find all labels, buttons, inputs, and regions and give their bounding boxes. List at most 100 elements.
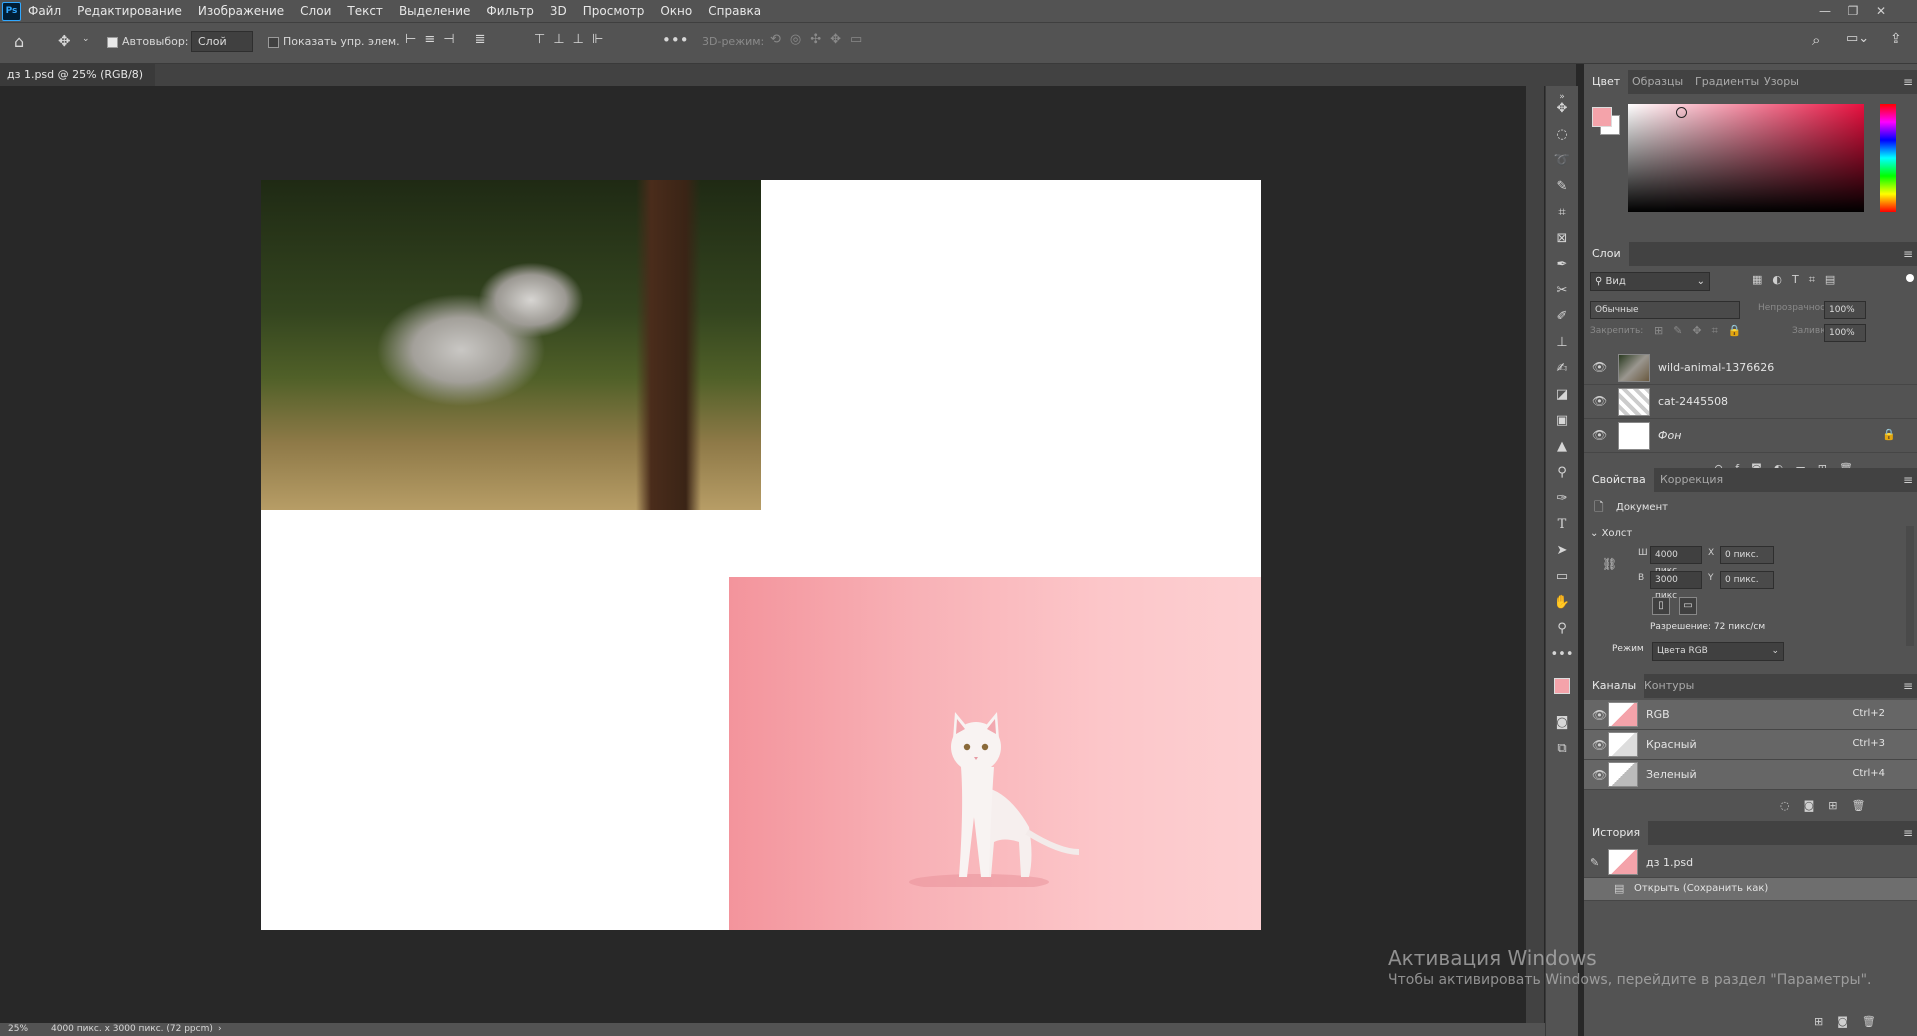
link-icon[interactable]: ⛓ xyxy=(1602,557,1617,571)
tab-gradients[interactable]: Градиенты xyxy=(1695,70,1759,94)
document-canvas[interactable] xyxy=(261,180,1261,930)
blur-icon[interactable]: ▲ xyxy=(1546,436,1578,458)
rectangle-icon[interactable]: ▭ xyxy=(1546,566,1578,588)
move-tool-icon[interactable]: ✥ xyxy=(1546,98,1578,120)
layer-row[interactable]: 👁 Фон 🔒 xyxy=(1584,419,1917,453)
opacity-input[interactable]: 100% xyxy=(1824,301,1866,319)
x-input[interactable]: 0 пикс. xyxy=(1720,546,1774,564)
search-icon[interactable]: ⌕ xyxy=(1812,31,1820,49)
share-icon[interactable]: ⇪ xyxy=(1890,31,1902,47)
restore-icon[interactable]: ❐ xyxy=(1839,0,1867,22)
stamp-icon[interactable]: ⊥ xyxy=(1546,332,1578,354)
panel-menu-icon[interactable]: ≡ xyxy=(1903,468,1913,492)
channel-actions-icons[interactable]: ◌◙⊞🗑 xyxy=(1780,799,1879,812)
mode-select[interactable]: Цвета RGB ⌄ xyxy=(1652,642,1784,661)
quick-select-icon[interactable]: ✎ xyxy=(1546,176,1578,198)
menu-file[interactable]: Файл xyxy=(28,4,61,18)
layer-row[interactable]: 👁 cat-2445508 xyxy=(1584,385,1917,419)
tab-properties[interactable]: Свойства xyxy=(1584,468,1654,492)
tab-swatches[interactable]: Образцы xyxy=(1632,70,1683,94)
history-actions-icons[interactable]: ⊞◙🗑 xyxy=(1814,1015,1890,1028)
cat-layer-image[interactable] xyxy=(729,577,1261,930)
layer-filter-select[interactable]: ⚲ Вид ⌄ xyxy=(1590,272,1710,291)
screen-mode-icon[interactable]: ⧉ xyxy=(1546,738,1578,760)
ellipse-marquee-icon[interactable]: ◌ xyxy=(1546,124,1578,146)
panel-menu-icon[interactable]: ≡ xyxy=(1903,821,1913,845)
menu-view[interactable]: Просмотр xyxy=(583,4,645,18)
move-tool-icon[interactable]: ✥ xyxy=(58,32,71,50)
history-brush-source-icon[interactable]: ✎ xyxy=(1590,856,1599,869)
color-picker-cursor[interactable] xyxy=(1676,107,1687,118)
canvas-section-toggle[interactable]: ⌄ Холст xyxy=(1590,528,1632,539)
foreground-color-swatch[interactable] xyxy=(1554,678,1570,694)
tab-color[interactable]: Цвет xyxy=(1584,70,1629,94)
menu-layers[interactable]: Слои xyxy=(300,4,331,18)
minimize-icon[interactable]: — xyxy=(1811,0,1839,22)
color-fg-swatch[interactable] xyxy=(1592,107,1612,127)
show-transform-checkbox[interactable] xyxy=(268,37,279,48)
height-input[interactable]: 3000 пикс xyxy=(1650,571,1702,601)
tab-layers[interactable]: Слои xyxy=(1584,242,1629,266)
menu-help[interactable]: Справка xyxy=(708,4,761,18)
hue-slider[interactable] xyxy=(1880,104,1896,212)
filter-toggle-icon[interactable] xyxy=(1906,274,1914,282)
type-icon[interactable]: T xyxy=(1546,514,1578,536)
status-chevron-icon[interactable]: › xyxy=(218,1023,222,1036)
color-picker-field[interactable] xyxy=(1628,104,1864,212)
dodge-icon[interactable]: ⚲ xyxy=(1546,462,1578,484)
crop-icon[interactable]: ⌗ xyxy=(1546,202,1578,224)
fill-input[interactable]: 100% xyxy=(1824,324,1866,342)
visibility-eye-icon[interactable]: 👁 xyxy=(1592,768,1607,782)
layer-row[interactable]: 👁 wild-animal-1376626 xyxy=(1584,351,1917,385)
eyedropper-icon[interactable]: ✒ xyxy=(1546,254,1578,276)
visibility-eye-icon[interactable]: 👁 xyxy=(1592,394,1607,408)
visibility-eye-icon[interactable]: 👁 xyxy=(1592,360,1607,374)
visibility-eye-icon[interactable]: 👁 xyxy=(1592,738,1607,752)
document-tab[interactable]: дз 1.psd @ 25% (RGB/8) × xyxy=(0,64,155,103)
quick-mask-icon[interactable]: ◙ xyxy=(1546,712,1578,734)
autoselect-target-select[interactable]: Слой xyxy=(191,31,253,52)
y-input[interactable]: 0 пикс. xyxy=(1720,571,1774,589)
autoselect-checkbox[interactable] xyxy=(107,37,118,48)
channel-row[interactable]: 👁 Зеленый Ctrl+4 xyxy=(1584,760,1917,790)
chevron-down-icon[interactable]: ⌄ xyxy=(82,34,90,44)
menu-3d[interactable]: 3D xyxy=(550,4,567,18)
healing-icon[interactable]: ✂ xyxy=(1546,280,1578,302)
menu-edit[interactable]: Редактирование xyxy=(77,4,182,18)
eraser-icon[interactable]: ◪ xyxy=(1546,384,1578,406)
more-options-icon[interactable]: ••• xyxy=(662,31,689,49)
distribute-icons[interactable]: ⊤⊥⊥⊩ xyxy=(534,32,611,47)
properties-scrollbar[interactable] xyxy=(1906,526,1914,646)
width-input[interactable]: 4000 пикс xyxy=(1650,546,1702,576)
visibility-eye-icon[interactable]: 👁 xyxy=(1592,708,1607,722)
align-icons[interactable]: ⊢≡⊣ ≣ xyxy=(405,32,494,47)
hand-icon[interactable]: ✋ xyxy=(1546,592,1578,614)
channel-row[interactable]: 👁 RGB Ctrl+2 xyxy=(1584,700,1917,730)
portrait-orientation-icon[interactable]: ▯ xyxy=(1652,597,1670,615)
menu-select[interactable]: Выделение xyxy=(399,4,470,18)
channel-row[interactable]: 👁 Красный Ctrl+3 xyxy=(1584,730,1917,760)
frame-icon[interactable]: ⊠ xyxy=(1546,228,1578,250)
3d-mode-icons[interactable]: ⟲◎✣✥▭ xyxy=(770,32,871,47)
gradient-icon[interactable]: ▣ xyxy=(1546,410,1578,432)
pen-icon[interactable]: ✑ xyxy=(1546,488,1578,510)
home-icon[interactable]: ⌂ xyxy=(14,32,24,51)
tab-paths[interactable]: Контуры xyxy=(1644,674,1694,698)
visibility-eye-icon[interactable]: 👁 xyxy=(1592,428,1607,442)
workspace-icon[interactable]: ▭⌄ xyxy=(1846,31,1869,46)
history-state-row[interactable]: ▤ Открыть (Сохранить как) xyxy=(1584,878,1917,901)
history-snapshot-row[interactable]: ✎ дз 1.psd xyxy=(1584,847,1917,878)
tiger-layer-image[interactable] xyxy=(261,180,761,510)
blend-mode-select[interactable]: Обычные xyxy=(1590,301,1740,319)
tab-history[interactable]: История xyxy=(1584,821,1649,845)
menu-text[interactable]: Текст xyxy=(347,4,383,18)
landscape-orientation-icon[interactable]: ▭ xyxy=(1679,597,1697,615)
zoom-icon[interactable]: ⚲ xyxy=(1546,618,1578,640)
panel-menu-icon[interactable]: ≡ xyxy=(1903,242,1913,266)
workspace-scrollbar[interactable] xyxy=(1526,86,1544,1023)
brush-icon[interactable]: ✐ xyxy=(1546,306,1578,328)
lock-icons[interactable]: ⊞✎✥⌗🔒 xyxy=(1654,324,1752,338)
panel-menu-icon[interactable]: ≡ xyxy=(1903,70,1913,94)
more-tools-icon[interactable]: ••• xyxy=(1546,644,1578,666)
tab-patterns[interactable]: Узоры xyxy=(1764,70,1799,94)
